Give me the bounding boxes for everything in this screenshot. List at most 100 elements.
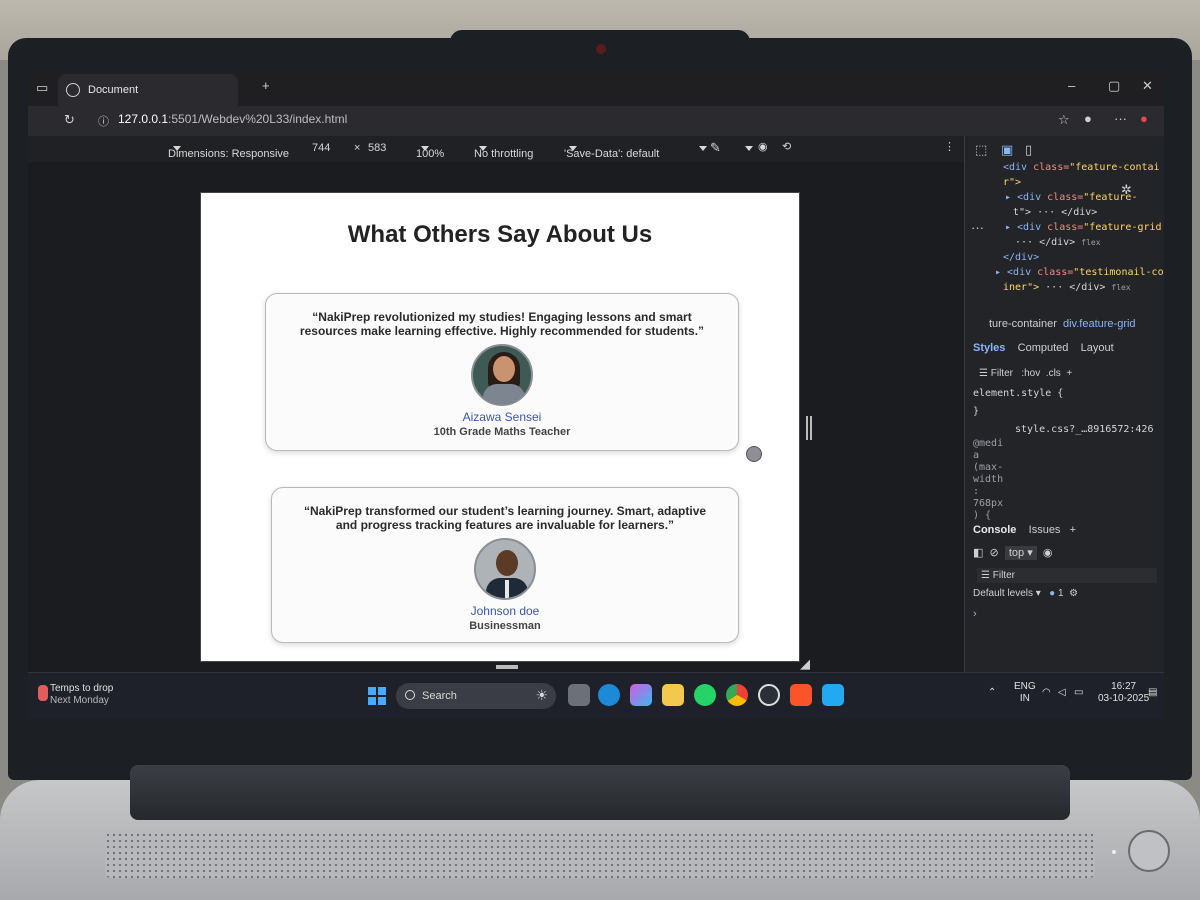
language-code: ENG xyxy=(1014,681,1036,692)
resize-handle-right[interactable] xyxy=(806,416,812,440)
globe-icon xyxy=(66,83,80,97)
tab-console[interactable]: Console xyxy=(973,524,1016,536)
info-icon[interactable]: ⓘ xyxy=(98,113,109,129)
css-source-link[interactable]: style.css?_…8916572:426 xyxy=(1015,424,1153,435)
flex-badge[interactable]: flex xyxy=(1111,283,1130,292)
elements-icon[interactable]: ▯ xyxy=(1025,142,1032,158)
power-button[interactable] xyxy=(1128,830,1170,872)
maximize-icon[interactable]: ▢ xyxy=(1108,78,1120,94)
tab-computed[interactable]: Computed xyxy=(1018,342,1069,354)
devtools-panel: ⬚ ▣ ▯ ✲ ··· <div class="feature-contai r… xyxy=(964,136,1164,672)
url-field[interactable]: 127.0.0.1:5501/Webdev%20L33/index.html xyxy=(118,112,347,126)
ellipsis-icon[interactable]: ··· xyxy=(971,220,984,235)
throttling-select[interactable]: No throttling xyxy=(474,142,533,160)
close-icon[interactable]: ✕ xyxy=(1142,78,1153,94)
console-filter[interactable]: ☰ Filter xyxy=(977,568,1157,583)
edge-icon[interactable] xyxy=(598,684,620,706)
dom-node[interactable]: <div class="feature-contai xyxy=(1003,160,1160,175)
hov-toggle[interactable]: :hov xyxy=(1021,368,1040,379)
file-explorer-icon[interactable] xyxy=(662,684,684,706)
task-view-icon[interactable] xyxy=(568,684,590,706)
styles-filter-input[interactable]: Filter xyxy=(991,368,1013,379)
clear-console-icon[interactable]: ⊘ xyxy=(990,547,999,559)
dimensions-label: Dimensions: Responsive xyxy=(168,148,290,160)
whatsapp-icon[interactable] xyxy=(694,684,716,706)
browser-tab[interactable]: Document xyxy=(58,74,238,106)
zoom-select[interactable]: 100% xyxy=(416,142,444,160)
more-icon[interactable]: ··· xyxy=(1114,111,1127,126)
language-indicator[interactable]: ENG IN xyxy=(1014,681,1036,705)
battery-icon[interactable]: ▭ xyxy=(1074,687,1083,699)
eye-icon[interactable]: ◉ xyxy=(1043,547,1053,559)
testimonial-name: Johnson doe xyxy=(470,604,540,618)
notification-icon[interactable]: ▤ xyxy=(1148,687,1157,699)
context-select[interactable]: top ▾ xyxy=(1004,546,1037,560)
breadcrumb-item[interactable]: ture-container xyxy=(989,318,1057,330)
resize-handle-bottom[interactable] xyxy=(496,665,518,669)
console-prompt[interactable]: › xyxy=(973,608,977,620)
testimonial-quote: “NakiPrep transformed our student’s lear… xyxy=(303,504,707,532)
filter-icon: ☰ xyxy=(979,368,988,379)
search-box[interactable]: Search ☀ xyxy=(396,683,556,709)
rotate-icon[interactable]: ⟲ xyxy=(782,140,791,153)
sidebar-icon[interactable]: ◧ xyxy=(973,547,983,559)
eyedropper-icon[interactable]: ✎ xyxy=(710,140,721,156)
add-tab-icon[interactable]: + xyxy=(1070,524,1076,536)
dom-node[interactable]: ▸ <div class="testimonail-co xyxy=(995,265,1164,280)
clock[interactable]: 16:27 03-10-2025 xyxy=(1098,681,1149,705)
vision-toggle[interactable] xyxy=(740,142,753,154)
wifi-icon[interactable]: ◠ xyxy=(1042,687,1051,699)
tab-styles[interactable]: Styles xyxy=(973,342,1005,354)
status-led xyxy=(1112,850,1116,854)
dom-node-cont: iner"> ··· </div> flex xyxy=(1003,280,1131,295)
settings-icon[interactable]: ⚙ xyxy=(1069,588,1078,599)
browser-titlebar: ▭ Document + – ▢ ✕ xyxy=(28,70,1164,106)
save-data-select[interactable]: 'Save-Data': default xyxy=(564,142,659,160)
element-style-rule[interactable]: element.style { xyxy=(973,388,1063,399)
issues-icon[interactable]: ● xyxy=(1049,588,1055,599)
sidebar-toggle-icon[interactable]: ▭ xyxy=(36,80,48,96)
copilot-app-icon[interactable] xyxy=(630,684,652,706)
minimize-icon[interactable]: – xyxy=(1068,78,1075,93)
chrome-icon[interactable] xyxy=(726,684,748,706)
testimonial-role: 10th Grade Maths Teacher xyxy=(433,426,571,438)
favorites-icon[interactable]: ☆ xyxy=(1058,112,1070,128)
dimensions-select[interactable]: Dimensions: Responsive xyxy=(168,142,289,160)
chevron-up-icon[interactable]: ⌃ xyxy=(988,687,996,699)
refresh-icon[interactable]: ↻ xyxy=(64,112,75,128)
dom-node[interactable]: ▸ <div class="feature-grid xyxy=(1005,220,1162,235)
start-button[interactable] xyxy=(368,687,386,705)
dom-node[interactable]: ▸ <div class="feature- xyxy=(1005,190,1137,205)
inspect-icon[interactable]: ⬚ xyxy=(975,142,987,158)
brave-icon[interactable] xyxy=(790,684,812,706)
height-input[interactable]: 583 xyxy=(368,142,386,154)
device-toggle-icon[interactable]: ▣ xyxy=(1001,142,1013,158)
weather-widget[interactable]: Temps to drop Next Monday xyxy=(38,683,113,707)
resize-corner-icon[interactable]: ◢ xyxy=(800,656,810,672)
attr-name: class= xyxy=(1047,222,1084,233)
levels-select[interactable]: Default levels xyxy=(973,588,1033,599)
attr-value: iner"> xyxy=(1003,282,1040,293)
avatar xyxy=(471,344,533,406)
url-host: 127.0.0.1 xyxy=(118,112,169,126)
vscode-icon[interactable] xyxy=(822,684,844,706)
profile-icon[interactable]: ● xyxy=(1084,111,1092,126)
add-rule-icon[interactable]: + xyxy=(1066,368,1072,379)
copilot-icon[interactable]: ● xyxy=(1140,111,1148,126)
chatgpt-icon[interactable] xyxy=(758,684,780,706)
caret-toggle[interactable] xyxy=(694,142,707,154)
cls-toggle[interactable]: .cls xyxy=(1046,368,1061,379)
breadcrumb-item[interactable]: div.feature-grid xyxy=(1063,318,1136,330)
new-tab-icon[interactable]: + xyxy=(262,78,270,93)
width-input[interactable]: 744 xyxy=(312,142,330,154)
eye-icon[interactable]: ◉ xyxy=(758,140,768,153)
url-path: :5501/Webdev%20L33/index.html xyxy=(168,112,348,126)
attr-value: "feature-contai xyxy=(1069,162,1160,173)
weather-subtitle: Next Monday xyxy=(50,695,109,706)
tab-layout[interactable]: Layout xyxy=(1081,342,1114,354)
testimonial-role: Businessman xyxy=(469,620,541,632)
tab-issues[interactable]: Issues xyxy=(1029,524,1061,536)
kebab-menu-icon[interactable]: ⋮ xyxy=(944,140,955,153)
flex-badge[interactable]: flex xyxy=(1081,238,1100,247)
volume-icon[interactable]: ◁ xyxy=(1058,687,1066,699)
